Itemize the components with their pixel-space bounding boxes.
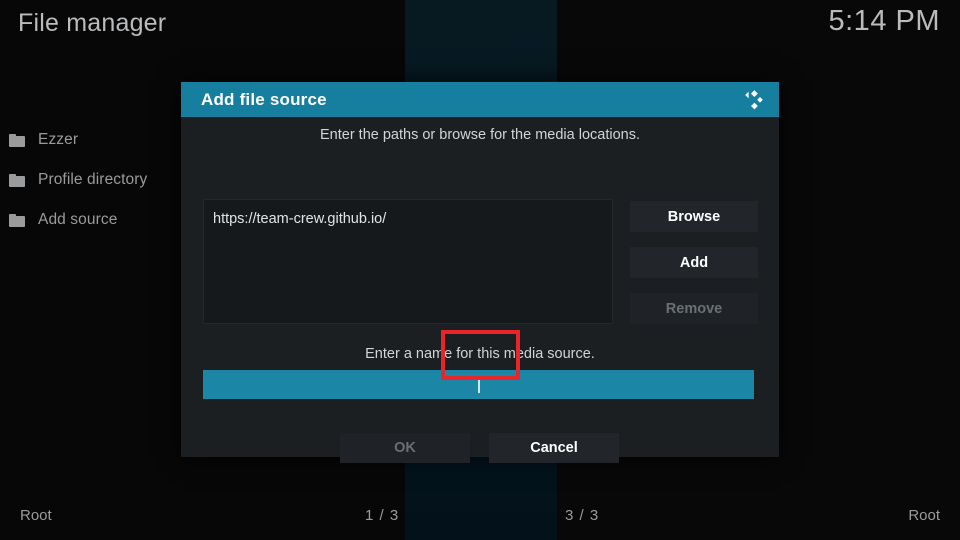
status-count-right: 3 / 3 <box>565 507 600 524</box>
clock-label: 5:14 PM <box>828 5 940 37</box>
list-item[interactable]: Add source <box>0 200 190 240</box>
dialog-header: Add file source <box>181 82 779 117</box>
paths-hint-label: Enter the paths or browse for the media … <box>320 127 640 143</box>
list-item[interactable]: Profile directory <box>0 160 190 200</box>
add-file-source-dialog: Add file source Enter the paths or brows… <box>181 82 779 463</box>
add-button[interactable]: Add <box>630 247 758 278</box>
status-path-right: Root <box>908 507 940 524</box>
folder-icon <box>9 133 25 147</box>
kodi-logo-icon <box>737 85 767 115</box>
list-item[interactable]: https://team-crew.github.io/ <box>211 209 612 229</box>
cancel-button[interactable]: Cancel <box>489 433 619 463</box>
file-list-left: Ezzer Profile directory Add source <box>0 120 190 240</box>
status-bar: Root 1 / 3 3 / 3 Root <box>0 496 960 540</box>
list-item-label: Profile directory <box>38 171 148 188</box>
paths-list[interactable]: https://team-crew.github.io/ <box>203 199 613 324</box>
folder-icon <box>9 213 25 227</box>
dialog-body: Enter the paths or browse for the media … <box>181 117 779 463</box>
source-name-input[interactable] <box>203 370 754 399</box>
name-hint-label: Enter a name for this media source. <box>365 346 595 362</box>
kodi-screen: File manager 5:14 PM Ezzer Profile direc… <box>0 0 960 540</box>
dialog-title: Add file source <box>201 89 327 109</box>
status-count-left: 1 / 3 <box>365 507 400 524</box>
remove-button: Remove <box>630 293 758 324</box>
ok-button: OK <box>340 433 470 463</box>
folder-icon <box>9 173 25 187</box>
text-caret <box>477 376 480 393</box>
browse-button[interactable]: Browse <box>630 201 758 232</box>
top-bar: File manager 5:14 PM <box>0 0 960 56</box>
page-title: File manager <box>18 9 167 37</box>
status-path-left: Root <box>20 507 52 524</box>
list-item-label: Add source <box>38 211 118 228</box>
list-item-label: Ezzer <box>38 131 79 148</box>
list-item[interactable]: Ezzer <box>0 120 190 160</box>
